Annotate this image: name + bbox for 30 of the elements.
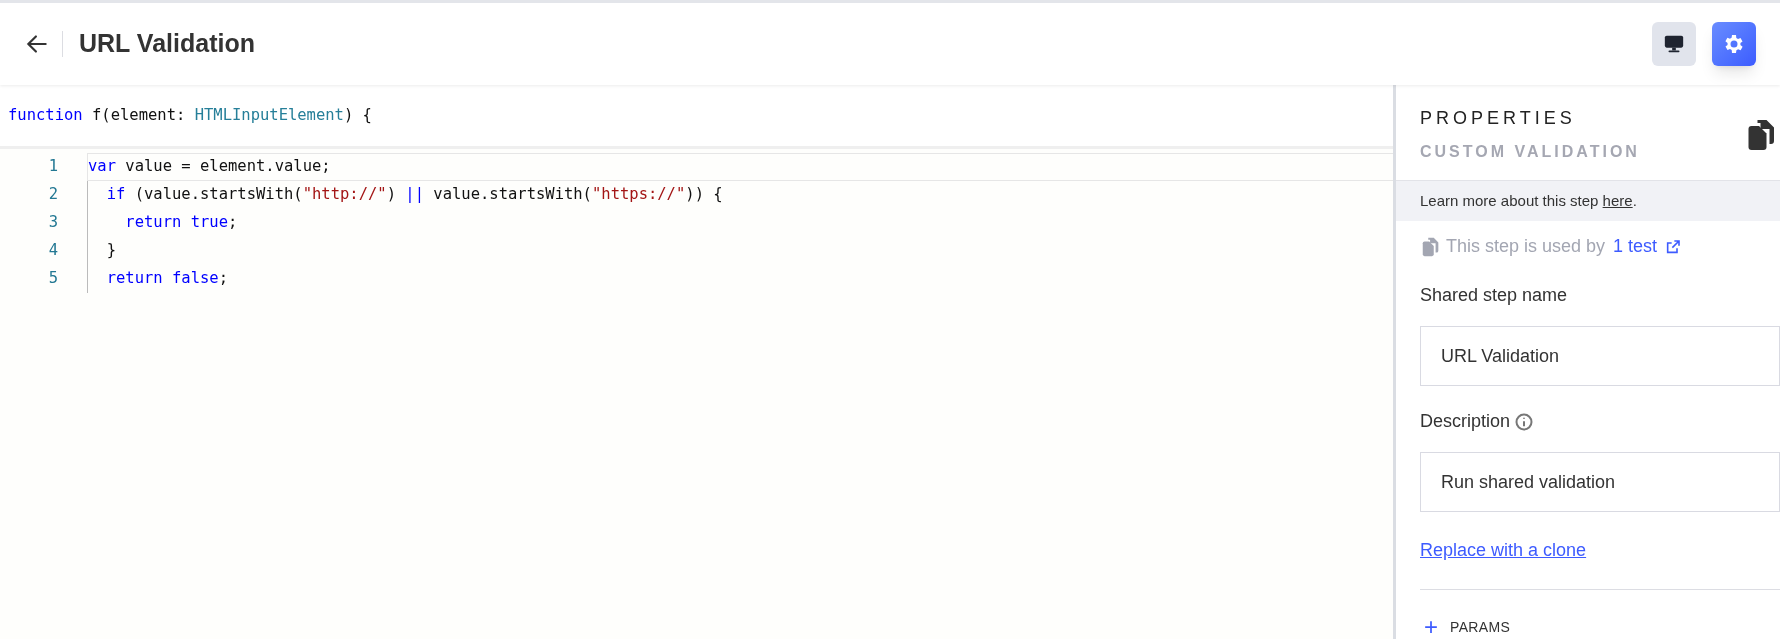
here-link[interactable]: here (1602, 191, 1633, 209)
code-line: return false; (105, 268, 228, 290)
code-line: if (value.startsWith("http://") || value.startsWith("https://")) { (105, 184, 723, 206)
monitor-icon (1663, 33, 1685, 55)
usage-text: This step is used by (1446, 235, 1606, 258)
params-label: PARAMS (1450, 617, 1511, 637)
info-icon (1514, 411, 1535, 432)
test-link[interactable]: 1 test (1613, 233, 1682, 260)
add-icon[interactable]: + (1424, 615, 1438, 639)
line-number: 2 (47, 184, 58, 206)
external-link-icon (1665, 238, 1682, 255)
back-button[interactable] (24, 31, 63, 57)
code-line: var value = element.value; (88, 156, 331, 178)
panel-subtitle: CUSTOM VALIDATION (1420, 142, 1641, 162)
learn-more-text: Learn more about this step here. (1396, 180, 1780, 221)
field-label: Description (1420, 410, 1511, 433)
line-number: 1 (47, 156, 58, 178)
code-line: } (105, 240, 116, 262)
line-number: 4 (47, 240, 58, 262)
panel-title: PROPERTIES (1420, 107, 1577, 130)
settings-button[interactable] (1712, 22, 1756, 66)
text-field[interactable]: URL Validation (1420, 326, 1780, 386)
line-number: 3 (47, 212, 58, 234)
device-button[interactable] (1652, 22, 1696, 66)
code-line: return true; (124, 212, 238, 234)
line-number: 5 (47, 268, 58, 290)
clone-link[interactable]: Replace with a clone (1420, 540, 1587, 560)
field-label: Shared step name (1420, 284, 1568, 307)
page-title: URL Validation (79, 28, 255, 60)
text-field[interactable]: Run shared validation (1420, 452, 1780, 512)
